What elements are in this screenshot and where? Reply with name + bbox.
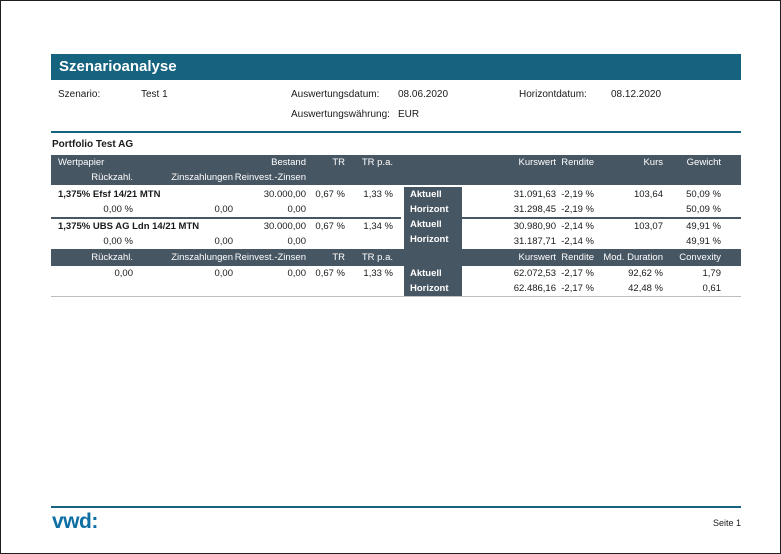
col-convexity: Convexity — [663, 249, 721, 266]
position-bestand: 30.000,00 — [233, 187, 306, 202]
col-mod-duration: Mod. Duration — [594, 249, 663, 266]
szenario-value: Test 1 — [141, 89, 168, 101]
col-gewicht: Gewicht — [663, 155, 721, 170]
aktuell-kurswert: 30.980,90 — [462, 219, 556, 234]
col-rueckzahl: Rückzahl. — [51, 170, 133, 185]
position-reinvest: 0,00 — [233, 234, 306, 249]
summary-aktuell-convexity: 1,79 — [663, 266, 721, 281]
auswertungswaehrung-label: Auswertungswährung: — [291, 109, 390, 121]
col-rueckzahl: Rückzahl. — [51, 249, 133, 266]
portfolio-title: Portfolio Test AG — [52, 139, 133, 150]
position-name: 1,375% Efsf 14/21 MTN — [51, 187, 233, 202]
position-tr-pa: 1,33 % — [345, 187, 393, 202]
col-kurswert: Kurswert — [462, 155, 556, 170]
aktuell-kurs: 103,07 — [594, 219, 663, 234]
position-zinszahlungen: 0,00 — [133, 202, 233, 217]
horizont-gewicht: 49,91 % — [663, 234, 721, 249]
summary-horizont-convexity: 0,61 — [663, 281, 721, 296]
aktuell-rendite: -2,14 % — [556, 219, 594, 234]
col-reinvest-zinsen: Reinvest.-Zinsen — [233, 170, 306, 185]
auswertungsdatum-value: 08.06.2020 — [398, 89, 448, 101]
horizontdatum-value: 08.12.2020 — [611, 89, 661, 101]
summary-horizont-rendite: -2,17 % — [556, 281, 594, 296]
scenario-row-labels: Aktuell Horizont — [404, 266, 462, 296]
aktuell-kurs: 103,64 — [594, 187, 663, 202]
aktuell-kurswert: 31.091,63 — [462, 187, 556, 202]
position-tr-pa: 1,34 % — [345, 219, 393, 234]
summary-zinszahlungen: 0,00 — [133, 266, 233, 281]
table-header-row-1: Wertpapier Bestand TR TR p.a. Kurswert R… — [51, 155, 741, 170]
col-rendite: Rendite — [556, 249, 594, 266]
header-divider-line — [51, 131, 741, 133]
label-horizont: Horizont — [410, 202, 462, 217]
aktuell-rendite: -2,19 % — [556, 187, 594, 202]
position-rueckzahl: 0,00 % — [51, 202, 133, 217]
table-header-totals: Rückzahl. Zinszahlungen Reinvest.-Zinsen… — [51, 249, 741, 266]
summary-aktuell-rendite: -2,17 % — [556, 266, 594, 281]
horizont-kurs — [594, 202, 663, 217]
col-rendite: Rendite — [556, 155, 594, 170]
label-aktuell: Aktuell — [410, 266, 462, 281]
position-reinvest: 0,00 — [233, 202, 306, 217]
portfolio-summary-row: 0,00 0,00 0,00 0,67 % 1,33 % Aktuell Hor… — [51, 266, 741, 297]
horizont-kurs — [594, 234, 663, 249]
label-aktuell: Aktuell — [410, 187, 462, 202]
col-bestand: Bestand — [233, 155, 306, 170]
aktuell-gewicht: 50,09 % — [663, 187, 721, 202]
footer-divider-line — [51, 506, 741, 508]
summary-tr: 0,67 % — [306, 266, 345, 281]
col-tr-pa: TR p.a. — [345, 249, 393, 266]
report-page: Szenarioanalyse Szenario: Test 1 Auswert… — [0, 0, 781, 554]
horizont-rendite: -2,19 % — [556, 202, 594, 217]
horizont-kurswert: 31.298,45 — [462, 202, 556, 217]
horizontdatum-label: Horizontdatum: — [519, 89, 587, 101]
position-rueckzahl: 0,00 % — [51, 234, 133, 249]
page-title: Szenarioanalyse — [59, 58, 177, 75]
position-row-ubs: 1,375% UBS AG Ldn 14/21 MTN 30.000,00 0,… — [51, 217, 741, 249]
col-kurs: Kurs — [594, 155, 663, 170]
col-wertpapier: Wertpapier — [51, 155, 233, 170]
position-name: 1,375% UBS AG Ldn 14/21 MTN — [51, 219, 233, 234]
scenario-row-labels: Aktuell Horizont — [404, 217, 462, 249]
summary-rueckzahl: 0,00 — [51, 266, 133, 281]
position-tr: 0,67 % — [306, 187, 345, 202]
label-horizont: Horizont — [410, 281, 462, 296]
summary-horizont-kurswert: 62.486,16 — [462, 281, 556, 296]
summary-aktuell-mod-duration: 92,62 % — [594, 266, 663, 281]
position-bestand: 30.000,00 — [233, 219, 306, 234]
col-tr-pa: TR p.a. — [345, 155, 393, 170]
col-reinvest-zinsen: Reinvest.-Zinsen — [233, 249, 306, 266]
table-header-row-2: Rückzahl. Zinszahlungen Reinvest.-Zinsen — [51, 170, 741, 185]
horizont-rendite: -2,14 % — [556, 234, 594, 249]
table-header-primary: Wertpapier Bestand TR TR p.a. Kurswert R… — [51, 155, 741, 185]
summary-aktuell-kurswert: 62.072,53 — [462, 266, 556, 281]
scenario-row-labels: Aktuell Horizont — [404, 187, 462, 217]
page-number: Seite 1 — [51, 518, 741, 528]
summary-tr-pa: 1,33 % — [345, 266, 393, 281]
auswertungsdatum-label: Auswertungsdatum: — [291, 89, 379, 101]
header-spacer — [393, 249, 462, 266]
aktuell-gewicht: 49,91 % — [663, 219, 721, 234]
label-horizont: Horizont — [410, 232, 462, 247]
col-tr: TR — [306, 155, 345, 170]
col-zinszahlungen: Zinszahlungen — [133, 170, 233, 185]
summary-reinvest: 0,00 — [233, 266, 306, 281]
szenario-label: Szenario: — [58, 89, 100, 101]
header-spacer — [393, 155, 462, 170]
table-header-totals-row: Rückzahl. Zinszahlungen Reinvest.-Zinsen… — [51, 249, 741, 266]
position-tr: 0,67 % — [306, 219, 345, 234]
horizont-gewicht: 50,09 % — [663, 202, 721, 217]
col-kurswert: Kurswert — [462, 249, 556, 266]
report-title-bar: Szenarioanalyse — [51, 54, 741, 80]
summary-horizont-mod-duration: 42,48 % — [594, 281, 663, 296]
position-zinszahlungen: 0,00 — [133, 234, 233, 249]
portfolio-table: Wertpapier Bestand TR TR p.a. Kurswert R… — [51, 155, 741, 297]
horizont-kurswert: 31.187,71 — [462, 234, 556, 249]
col-tr: TR — [306, 249, 345, 266]
position-row-efsf: 1,375% Efsf 14/21 MTN 30.000,00 0,67 % 1… — [51, 187, 741, 217]
label-aktuell: Aktuell — [410, 217, 462, 232]
auswertungswaehrung-value: EUR — [398, 109, 419, 121]
col-zinszahlungen: Zinszahlungen — [133, 249, 233, 266]
